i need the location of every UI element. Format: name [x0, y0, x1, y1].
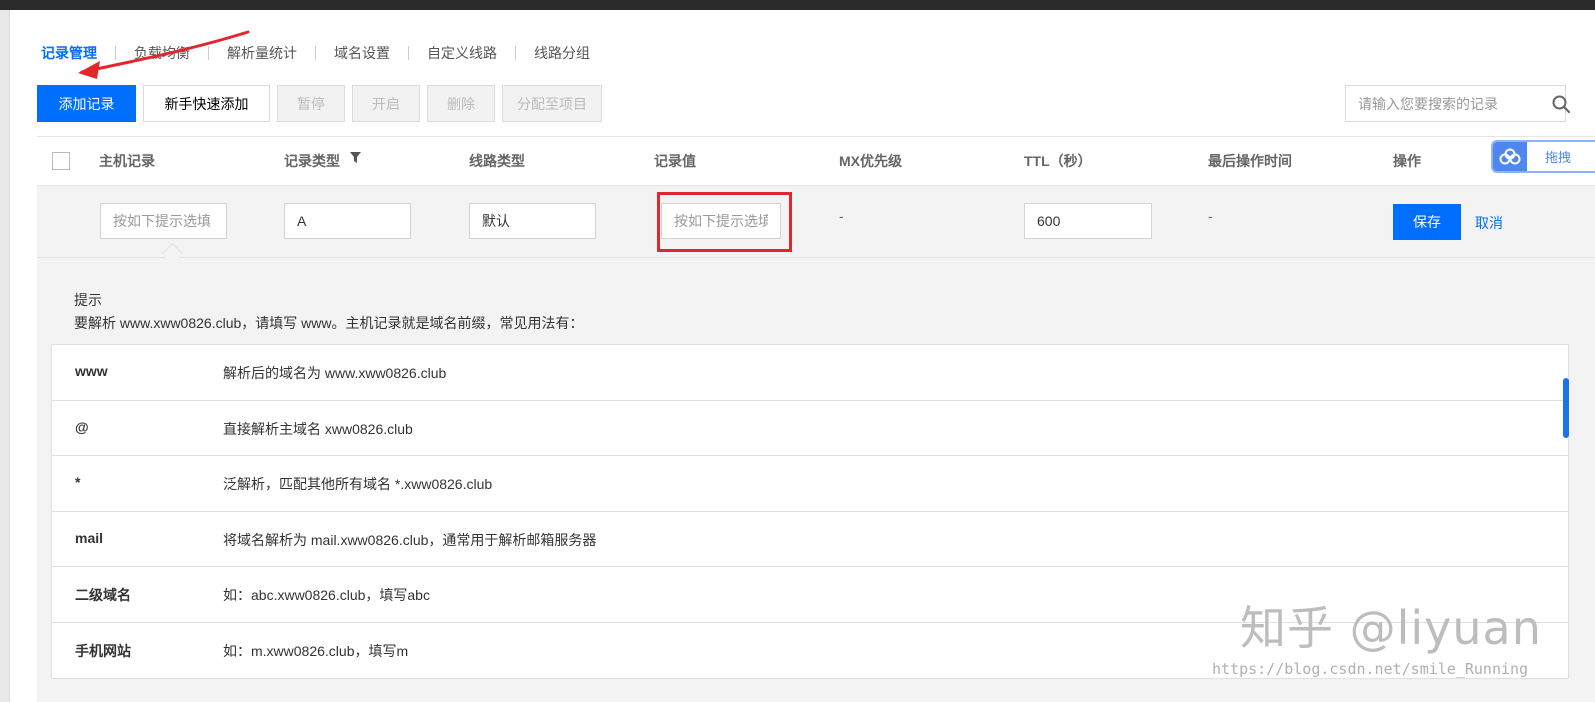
enable-button[interactable]: 开启	[352, 85, 420, 122]
table-row: www 解析后的域名为 www.xww0826.club	[52, 345, 1568, 401]
tip-value: 解析后的域名为 www.xww0826.club	[223, 365, 447, 381]
pause-button[interactable]: 暂停	[277, 85, 345, 122]
left-side-strip	[0, 10, 10, 702]
table-row: @ 直接解析主域名 xww0826.club	[52, 401, 1568, 456]
assign-project-button[interactable]: 分配至项目	[502, 85, 602, 122]
search-input[interactable]	[1346, 86, 1551, 121]
tip-key: mail	[75, 529, 104, 546]
search-box	[1345, 85, 1571, 122]
quick-add-button[interactable]: 新手快速添加	[143, 85, 270, 122]
header-last-op: 最后操作时间	[1208, 153, 1292, 169]
search-icon[interactable]	[1551, 86, 1571, 121]
record-toolbar: 添加记录 新手快速添加 暂停 开启 删除 分配至项目	[37, 85, 602, 122]
header-type: 记录类型	[284, 137, 361, 185]
filter-icon[interactable]	[349, 135, 361, 183]
tab-separator	[115, 46, 116, 60]
delete-button[interactable]: 删除	[427, 85, 495, 122]
tab-load-balancing[interactable]: 负载均衡	[134, 43, 190, 63]
watermark: 知乎 @liyuan	[1240, 601, 1542, 655]
header-type-label: 记录类型	[284, 153, 340, 169]
tip-key: *	[75, 474, 81, 490]
table-row: mail 将域名解析为 mail.xww0826.club，通常用于解析邮箱服务…	[52, 512, 1568, 567]
tip-key: @	[75, 418, 89, 435]
select-all-checkbox[interactable]	[52, 152, 70, 170]
table-row: * 泛解析，匹配其他所有域名 *.xww0826.club	[52, 456, 1568, 512]
ttl-input[interactable]	[1024, 203, 1152, 239]
tip-value: 直接解析主域名 xww0826.club	[223, 420, 413, 437]
tip-value: 如：m.xww0826.club，填写m	[223, 642, 409, 659]
header-action: 操作	[1393, 153, 1421, 169]
tip-value: 如：abc.xww0826.club，填写abc	[223, 587, 430, 603]
tab-separator	[315, 46, 316, 60]
watermark-url: https://blog.csdn.net/smile_Running	[1212, 660, 1529, 678]
tab-domain-settings[interactable]: 域名设置	[334, 43, 390, 63]
line-type-select[interactable]	[469, 203, 596, 239]
tips-description: 要解析 www.xww0826.club，请填写 www。主机记录就是域名前缀，…	[74, 315, 584, 331]
window-top-bar	[0, 0, 1595, 10]
tip-key: 二级域名	[75, 587, 131, 603]
header-mx: MX优先级	[839, 153, 902, 169]
cancel-link[interactable]: 取消	[1475, 213, 1503, 233]
mx-value: -	[839, 208, 844, 224]
tips-title: 提示	[74, 292, 102, 308]
badge-label: 拖拽	[1545, 150, 1572, 165]
add-record-button[interactable]: 添加记录	[37, 85, 136, 122]
tab-custom-lines[interactable]: 自定义线路	[427, 43, 497, 63]
table-header: 主机记录 记录类型 线路类型 记录值 MX优先级 TTL（秒） 最后操作时间 操…	[37, 136, 1595, 186]
cloud-icon	[1493, 142, 1527, 171]
highlight-box	[657, 192, 792, 252]
tab-resolution-stats[interactable]: 解析量统计	[227, 43, 297, 63]
new-record-row: - - 保存 取消	[37, 186, 1595, 265]
tip-key: 手机网站	[75, 642, 131, 659]
tip-key: www	[75, 363, 108, 379]
header-value: 记录值	[654, 153, 696, 169]
host-record-input[interactable]	[100, 203, 227, 239]
header-ttl: TTL（秒）	[1024, 153, 1092, 169]
tab-line-groups[interactable]: 线路分组	[534, 43, 590, 63]
tab-separator	[515, 46, 516, 60]
tip-value: 将域名解析为 mail.xww0826.club，通常用于解析邮箱服务器	[223, 531, 597, 548]
save-button[interactable]: 保存	[1393, 204, 1461, 240]
tab-bar: 记录管理 负载均衡 解析量统计 域名设置 自定义线路 线路分组	[41, 42, 590, 64]
tab-separator	[208, 46, 209, 60]
record-type-select[interactable]	[284, 203, 411, 239]
scrollbar-thumb[interactable]	[1563, 378, 1569, 438]
floating-drag-badge[interactable]: 拖拽	[1491, 140, 1595, 173]
tip-value: 泛解析，匹配其他所有域名 *.xww0826.club	[223, 476, 493, 492]
last-op-value: -	[1208, 208, 1213, 224]
header-host: 主机记录	[99, 153, 155, 169]
header-line: 线路类型	[469, 153, 525, 169]
tab-record-management[interactable]: 记录管理	[41, 43, 97, 63]
tab-separator	[408, 46, 409, 60]
